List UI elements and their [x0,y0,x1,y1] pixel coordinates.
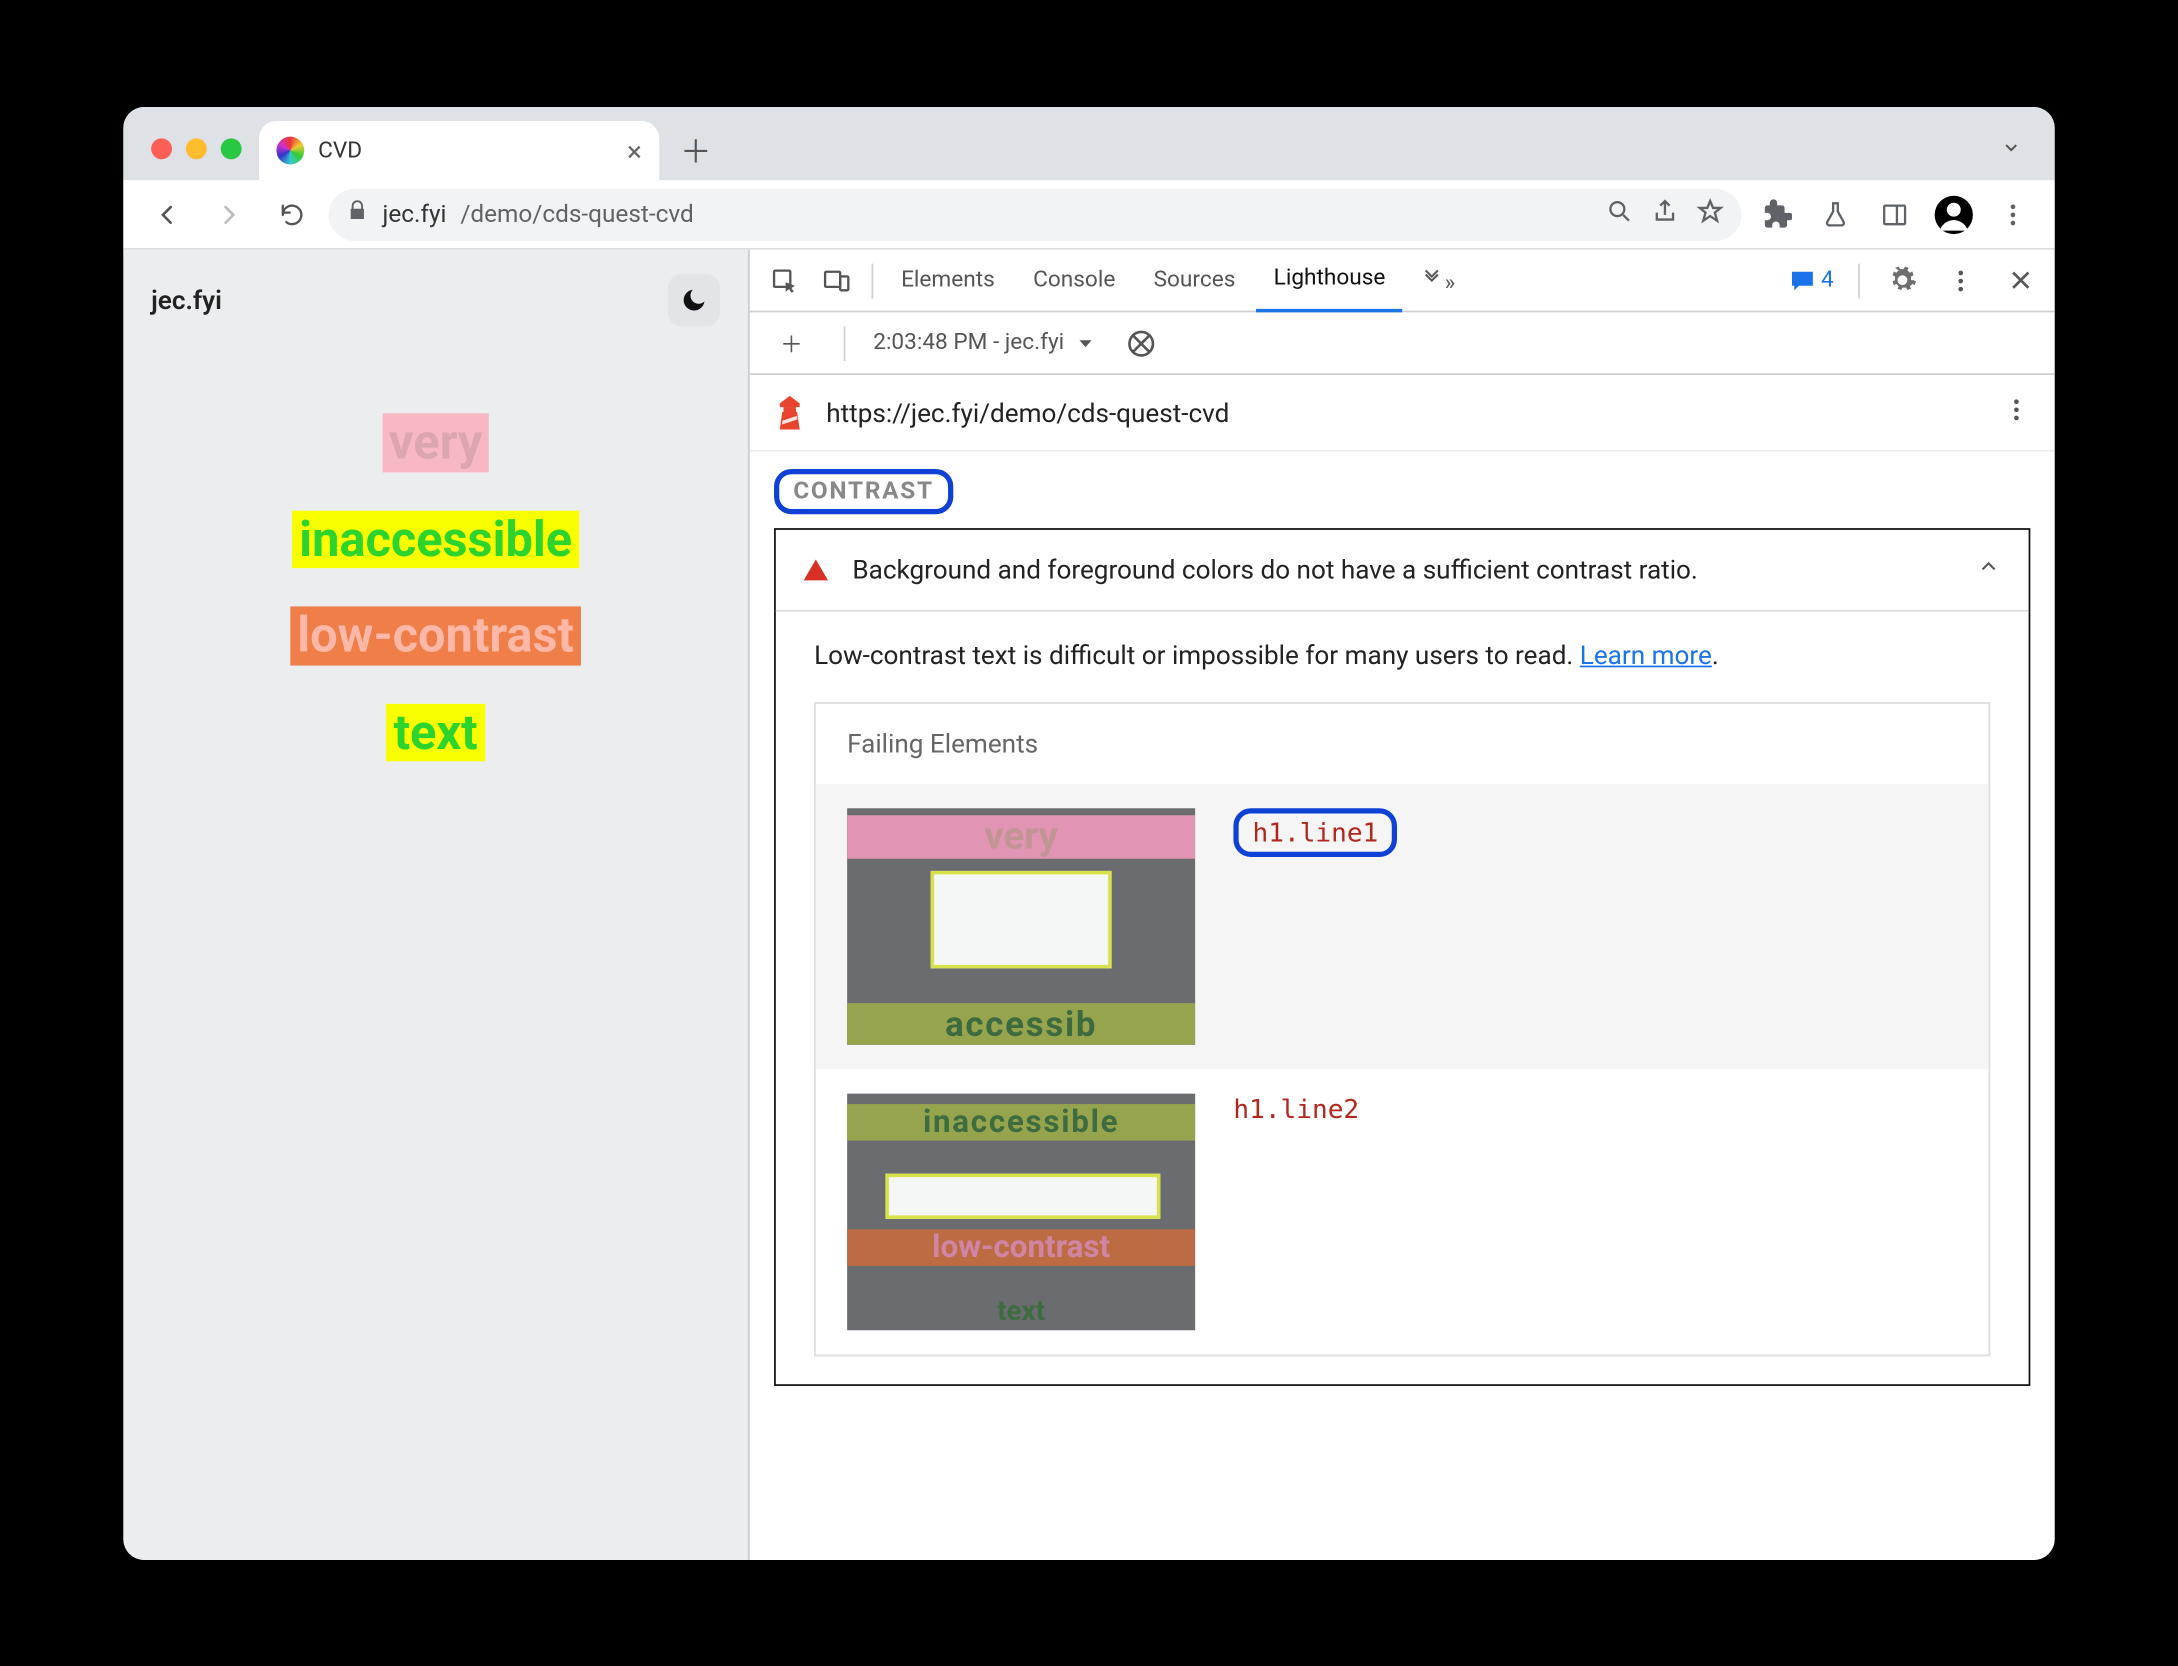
share-icon[interactable] [1651,196,1679,231]
tab-console[interactable]: Console [1016,249,1133,311]
site-header: jec.fyi [123,249,748,350]
bookmark-icon[interactable] [1696,196,1724,231]
theme-toggle-button[interactable] [668,274,720,326]
audit-description: Low-contrast text is difficult or imposs… [814,639,1990,670]
url-host: jec.fyi [383,200,447,228]
tab-elements[interactable]: Elements [884,249,1013,311]
address-bar: jec.fyi/demo/cds-quest-cvd [123,180,2054,250]
audit-body: Low-contrast text is difficult or imposs… [776,609,2029,1383]
url-path: /demo/cds-quest-cvd [460,200,693,228]
close-window-button[interactable] [151,138,172,159]
demo-line-3: low-contrast [290,606,581,664]
tab-title: CVD [318,137,362,163]
settings-icon[interactable] [1877,255,1926,304]
labs-icon[interactable] [1811,189,1860,238]
omnibox-actions [1606,196,1724,231]
demo-line-2: inaccessible [292,510,579,568]
demo-text-block: very inaccessible low-contrast text [123,350,748,761]
extensions-icon[interactable] [1752,189,1801,238]
audit-title: Background and foreground colors do not … [852,554,1697,585]
audit-panel: Background and foreground colors do not … [774,528,2030,1386]
clear-icon[interactable] [1116,318,1165,367]
report-menu-icon[interactable] [2003,395,2031,430]
issues-count: 4 [1821,267,1834,293]
search-icon[interactable] [1606,196,1634,231]
new-report-button[interactable]: ＋ [767,318,816,367]
tab-sources[interactable]: Sources [1136,249,1253,311]
element-thumbnail: very accessib [847,808,1195,1045]
audited-url: https://jec.fyi/demo/cds-quest-cvd [826,396,1229,427]
reload-button[interactable] [266,187,318,239]
learn-more-link[interactable]: Learn more [1580,639,1712,670]
audit-desc-text: Low-contrast text is difficult or imposs… [814,639,1580,670]
device-toggle-icon[interactable] [812,255,861,304]
new-tab-button[interactable]: ＋ [670,124,722,176]
tabs-dropdown-icon[interactable] [1999,133,2023,166]
close-tab-icon[interactable]: × [627,134,642,167]
demo-line-4: text [387,703,485,761]
devtools-tabbar: Elements Console Sources Lighthouse » 4 [750,249,2055,312]
lighthouse-logo-icon [774,395,805,430]
content-area: jec.fyi very inaccessible low-contrast t… [123,249,2054,1559]
chevron-down-icon [1075,332,1096,353]
audit-desc-suffix: . [1712,639,1719,670]
lighthouse-url-bar: https://jec.fyi/demo/cds-quest-cvd [750,375,2055,452]
lock-icon [346,199,369,229]
more-tabs-icon[interactable]: » [1406,264,1469,295]
inspect-element-icon[interactable] [760,255,809,304]
minimize-window-button[interactable] [186,138,207,159]
report-dropdown[interactable]: 2:03:48 PM - jec.fyi [873,329,1095,355]
chevron-up-icon [1976,554,2000,585]
demo-line-1: very [382,413,489,471]
element-thumbnail: inaccessible low-contrast text [847,1093,1195,1330]
tab-lighthouse[interactable]: Lighthouse [1256,249,1403,311]
window-controls [137,138,259,180]
site-title: jec.fyi [151,284,222,315]
profile-avatar[interactable] [1929,189,1978,238]
devtools-panel: Elements Console Sources Lighthouse » 4 [750,249,2055,1559]
tab-favicon [276,136,304,164]
close-devtools-icon[interactable] [1996,255,2045,304]
fail-triangle-icon [804,559,828,580]
browser-tab-bar: CVD × ＋ [123,107,2054,180]
failing-elements-label: Failing Elements [847,728,1957,759]
issues-button[interactable]: 4 [1781,262,1841,297]
failing-elements-box: Failing Elements very accessib h1.line1 [814,702,1990,1356]
omnibox[interactable]: jec.fyi/demo/cds-quest-cvd [329,187,1742,239]
section-contrast-label: CONTRAST [750,451,2055,528]
maximize-window-button[interactable] [221,138,242,159]
failing-element-row[interactable]: inaccessible low-contrast text h1.line2 [847,1069,1957,1354]
back-button[interactable] [141,187,193,239]
chrome-menu-icon[interactable] [1989,189,2038,238]
audit-header[interactable]: Background and foreground colors do not … [776,529,2029,609]
contrast-heading: CONTRAST [774,468,953,513]
report-timestamp: 2:03:48 PM - jec.fyi [873,329,1064,355]
element-selector: h1.line2 [1233,1093,1359,1124]
failing-element-row[interactable]: very accessib h1.line1 [816,783,1989,1068]
browser-window: CVD × ＋ jec.fyi/demo/cds-quest-cvd [123,107,2054,1560]
forward-button[interactable] [203,187,255,239]
devtools-menu-icon[interactable] [1936,255,1985,304]
lighthouse-toolbar: ＋ 2:03:48 PM - jec.fyi [750,312,2055,375]
page-viewport: jec.fyi very inaccessible low-contrast t… [123,249,749,1559]
browser-tab[interactable]: CVD × [259,120,659,179]
side-panel-icon[interactable] [1870,189,1919,238]
element-selector: h1.line1 [1233,808,1397,857]
